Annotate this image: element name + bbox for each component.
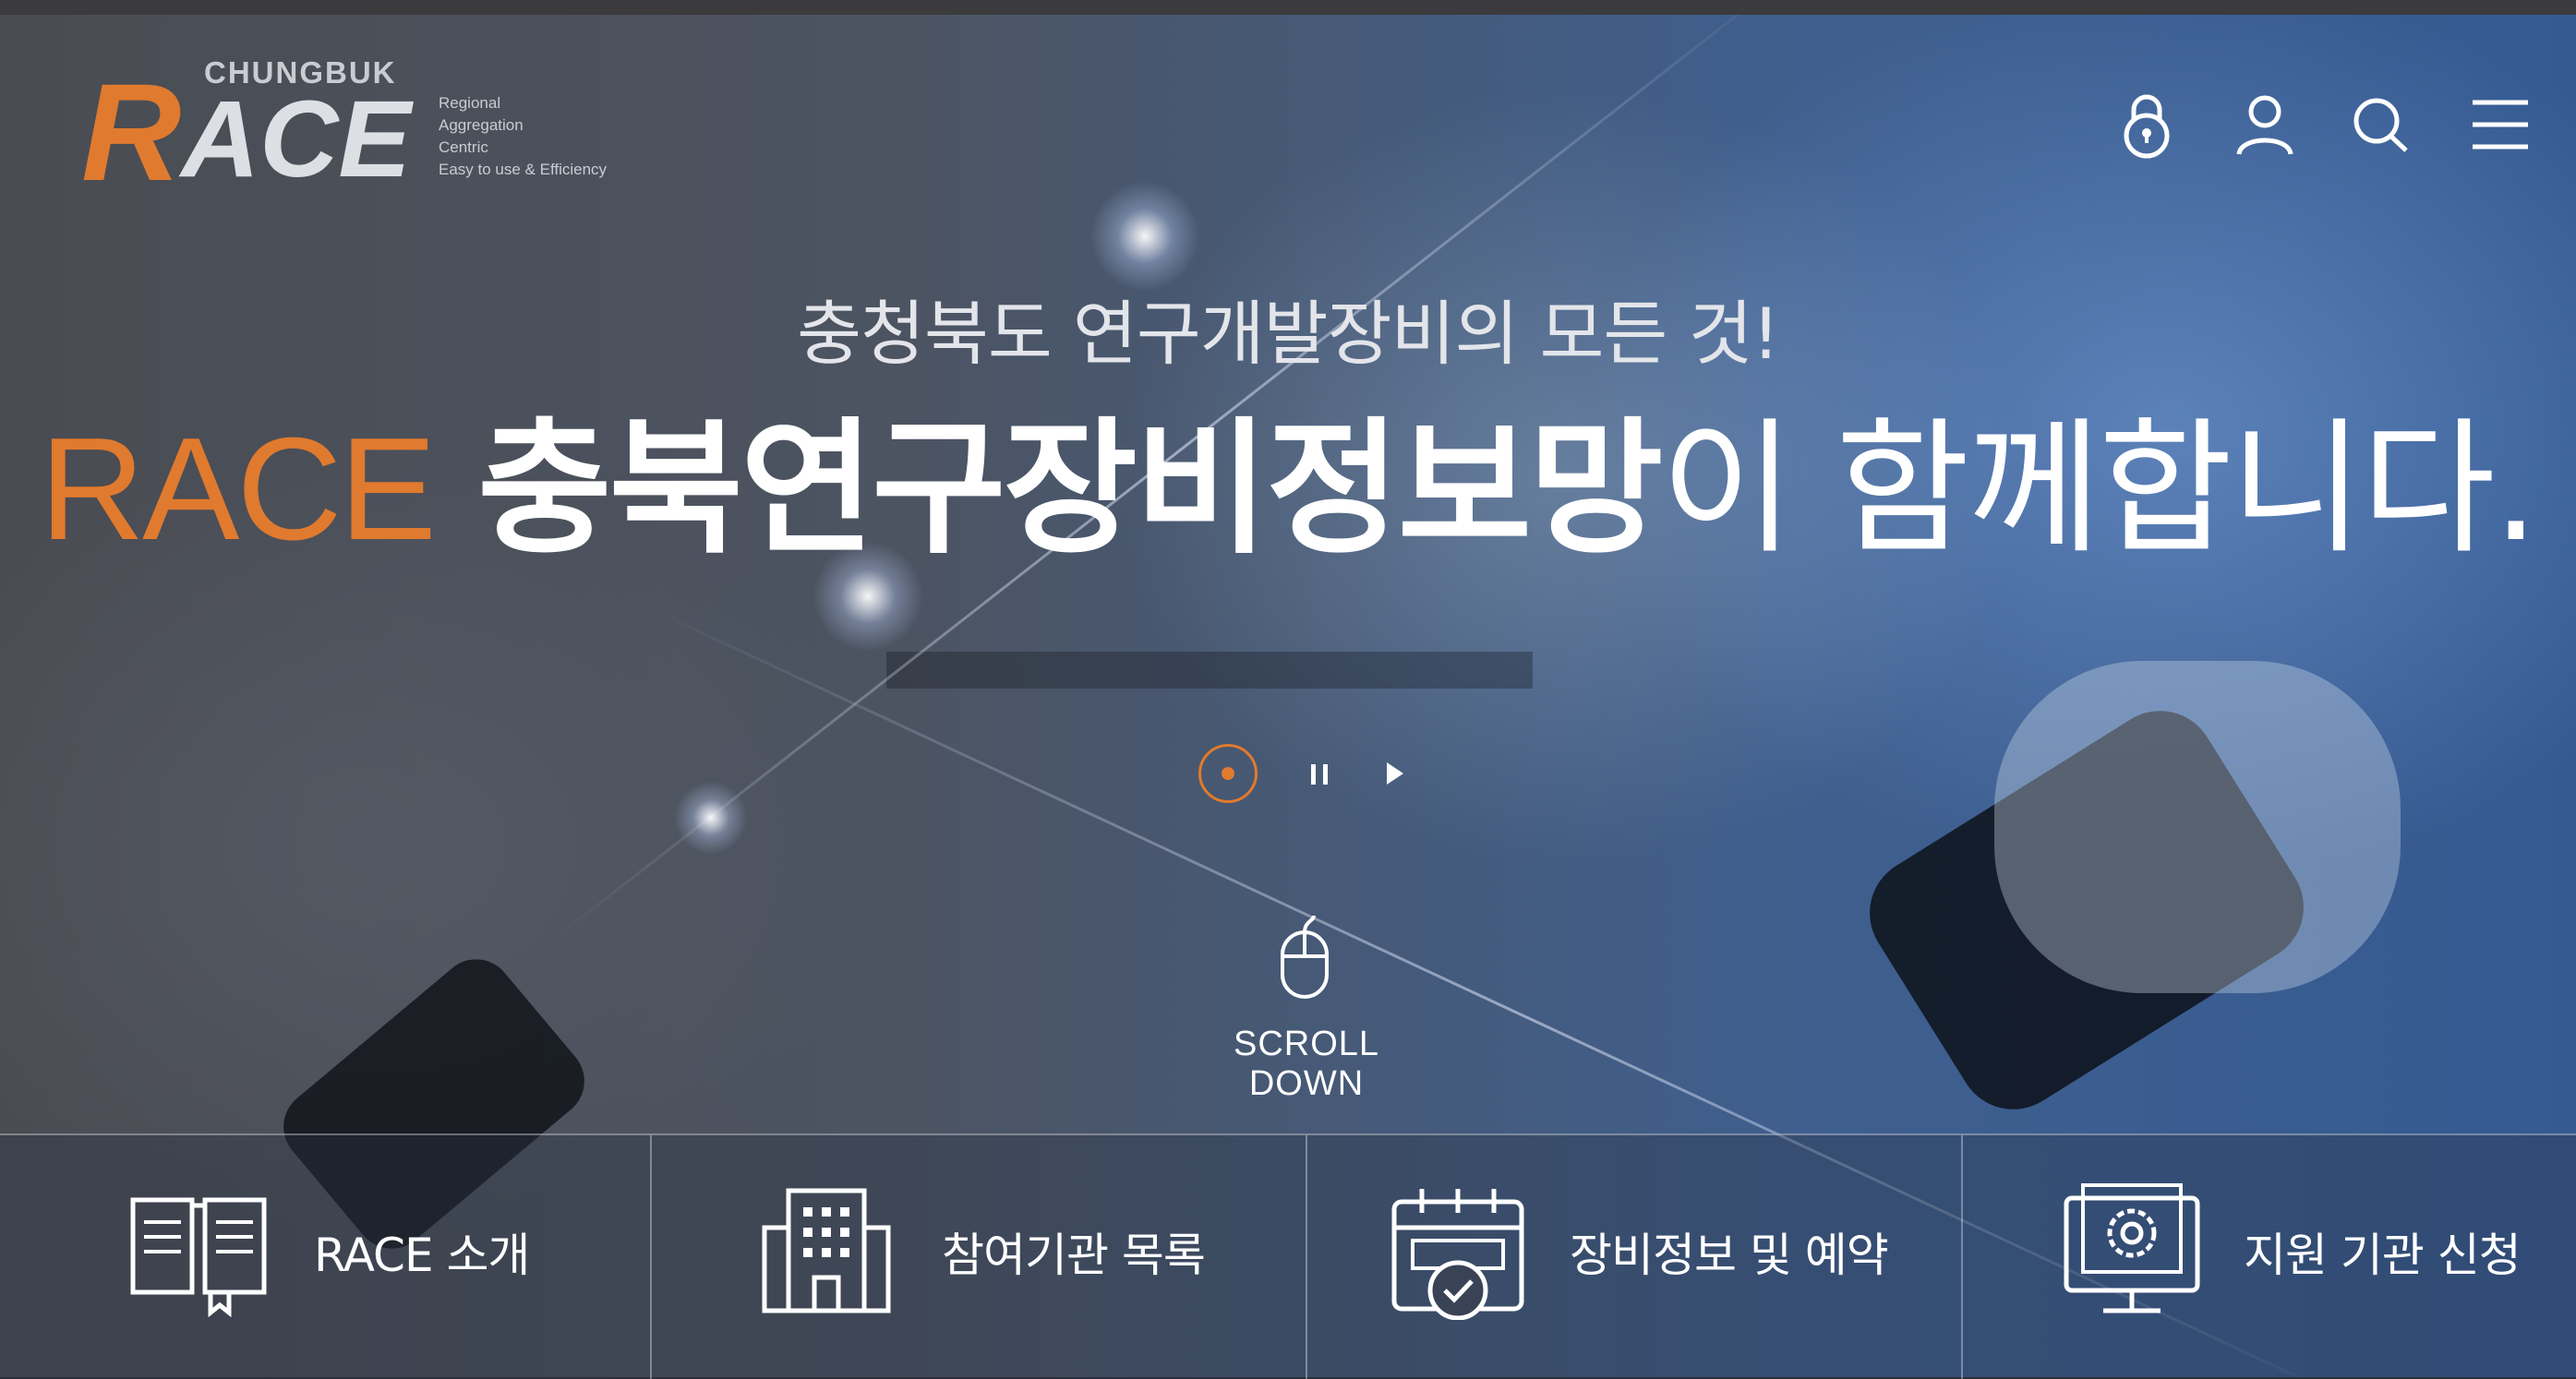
browser-top-strip (0, 0, 2576, 15)
race-logo[interactable]: CHUNGBUK R ACE Regional Aggregation Cent… (81, 55, 672, 201)
user-icon (2236, 95, 2293, 155)
logo-letter-r: R (81, 54, 182, 210)
scroll-down-label: SCROLL DOWN (1233, 1025, 1380, 1103)
slider-controls (1198, 744, 1420, 809)
quick-menu-race-intro[interactable]: RACE 소개 (0, 1135, 652, 1379)
search-icon (2353, 98, 2408, 152)
quick-menu-equipment-booking[interactable]: 장비정보 및 예약 (1307, 1135, 1963, 1379)
quick-menu-label: RACE 소개 (314, 1229, 530, 1282)
headline-rest: 이 함께합니다. (1660, 404, 2539, 574)
quick-menu-label: 참여기관 목록 (942, 1229, 1206, 1282)
menu-icon (2473, 100, 2528, 150)
login-button[interactable] (2110, 88, 2184, 162)
building-icon (762, 1188, 891, 1313)
search-button[interactable] (2345, 88, 2419, 162)
play-icon (1387, 762, 1403, 785)
headline-brand: RACE (39, 408, 437, 570)
active-dot-icon (1222, 767, 1234, 780)
join-button[interactable] (2228, 88, 2302, 162)
calendar-check-icon (1391, 1189, 1524, 1320)
logo-tagline-line: Easy to use & Efficiency (439, 161, 608, 178)
quick-menu-institutions[interactable]: 참여기관 목록 (652, 1135, 1307, 1379)
quick-menu-label: 장비정보 및 예약 (1570, 1229, 1889, 1282)
shelf-shape (886, 652, 1533, 689)
pause-button[interactable] (1300, 753, 1341, 794)
logo-tagline-line: Centric (439, 138, 488, 156)
lock-icon (2124, 94, 2170, 159)
logo-tagline: Regional Aggregation Centric Easy to use… (439, 92, 607, 181)
lens-flare (674, 781, 748, 855)
quick-menu-label: 지원 기관 신청 (2244, 1229, 2522, 1282)
face-mask-shape (1994, 661, 2401, 993)
logo-tagline-line: Regional (439, 94, 501, 112)
slide-indicator-1[interactable] (1198, 744, 1258, 803)
book-icon (130, 1197, 267, 1318)
quick-menu-bar: RACE 소개 참여기관 목록 장비정보 및 예약 지원 기관 신청 (0, 1133, 2576, 1379)
hero-subtitle: 충청북도 연구개발장비의 모든 것! (797, 293, 1780, 375)
hero-headline: RACE 충북연구장비정보망이 함께합니다. (0, 406, 2576, 572)
logo-tagline-line: Aggregation (439, 116, 524, 134)
logo-letters-ace: ACE (181, 78, 412, 200)
pause-icon (1323, 764, 1328, 785)
menu-button[interactable] (2463, 88, 2537, 162)
lens-flare (1089, 181, 1200, 292)
mouse-icon (1281, 915, 1329, 999)
monitor-gear-icon (2064, 1183, 2200, 1313)
scroll-down-button[interactable]: SCROLL DOWN (1173, 914, 1440, 1103)
pause-icon (1311, 764, 1316, 785)
quick-menu-support-application[interactable]: 지원 기관 신청 (1963, 1135, 2576, 1379)
play-button[interactable] (1374, 753, 1414, 794)
headline-service-name: 충북연구장비정보망 (477, 404, 1663, 574)
